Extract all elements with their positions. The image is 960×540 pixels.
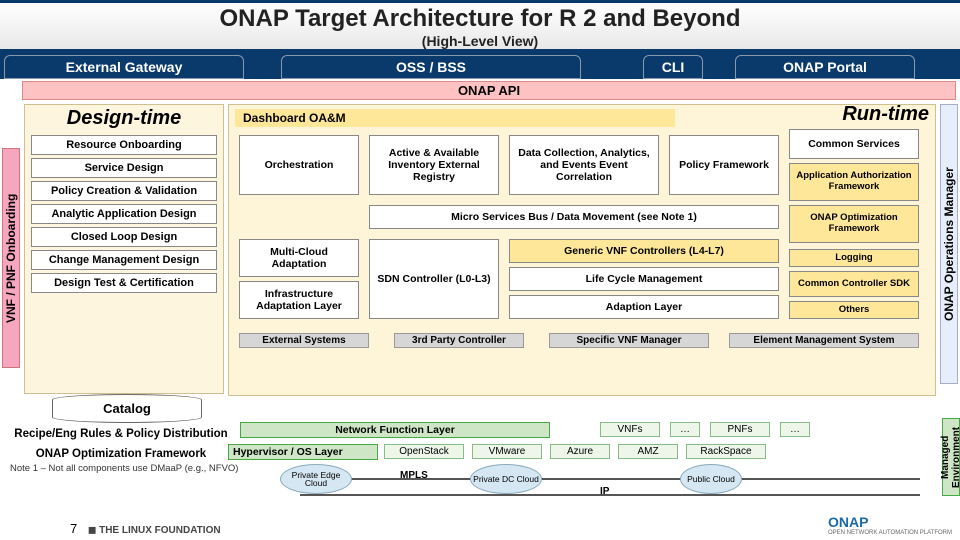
tab-oss-bss: OSS / BSS bbox=[281, 55, 581, 79]
box-openstack: OpenStack bbox=[384, 444, 464, 459]
box-ems: Element Management System bbox=[729, 333, 919, 348]
top-tabs-row: External Gateway OSS / BSS CLI ONAP Port… bbox=[0, 55, 960, 79]
box-adaption-layer: Adaption Layer bbox=[509, 295, 779, 319]
box-amz: AMZ bbox=[618, 444, 678, 459]
box-closed-loop-design: Closed Loop Design bbox=[31, 227, 217, 247]
title-bar: ONAP Target Architecture for R 2 and Bey… bbox=[0, 0, 960, 55]
box-analytic-app-design: Analytic Application Design bbox=[31, 204, 217, 224]
cloud-private-dc: Private DC Cloud bbox=[470, 464, 542, 494]
box-policy-framework: Policy Framework bbox=[669, 135, 779, 195]
box-resource-onboarding: Resource Onboarding bbox=[31, 135, 217, 155]
box-vmware: VMware bbox=[472, 444, 542, 459]
onap-logo-subtext: OPEN NETWORK AUTOMATION PLATFORM bbox=[828, 530, 952, 536]
box-common-services: Common Services bbox=[789, 129, 919, 159]
box-vnfs: VNFs bbox=[600, 422, 660, 437]
catalog-box: Catalog bbox=[52, 394, 202, 423]
box-onap-opt-framework: ONAP Optimization Framework bbox=[789, 205, 919, 243]
label-ip: IP bbox=[600, 486, 609, 497]
title-main: ONAP Target Architecture for R 2 and Bey… bbox=[0, 5, 960, 33]
linux-foundation-text: THE LINUX FOUNDATION bbox=[99, 525, 220, 536]
main-area: VNF / PNF Onboarding ONAP Operations Man… bbox=[2, 104, 958, 404]
box-microservices-bus: Micro Services Bus / Data Movement (see … bbox=[369, 205, 779, 229]
tab-external-gateway: External Gateway bbox=[4, 55, 244, 79]
box-rackspace: RackSpace bbox=[686, 444, 766, 459]
dots-vnfs: … bbox=[670, 422, 700, 437]
box-service-design: Service Design bbox=[31, 158, 217, 178]
onap-logo-text: ONAP bbox=[828, 514, 868, 530]
box-sdn-controller: SDN Controller (L0-L3) bbox=[369, 239, 499, 319]
label-mpls: MPLS bbox=[400, 470, 428, 481]
box-external-systems: External Systems bbox=[239, 333, 369, 348]
note-1: Note 1 – Not all components use DMaaP (e… bbox=[10, 463, 238, 474]
hypervisor-layer: Hypervisor / OS Layer bbox=[228, 444, 378, 460]
box-design-test-cert: Design Test & Certification bbox=[31, 273, 217, 293]
dots-pnfs: … bbox=[780, 422, 810, 437]
box-azure: Azure bbox=[550, 444, 610, 459]
onap-logo: ONAP OPEN NETWORK AUTOMATION PLATFORM bbox=[828, 514, 952, 536]
vnf-onboarding-label: VNF / PNF Onboarding bbox=[2, 148, 20, 368]
box-active-inventory: Active & Available Inventory External Re… bbox=[369, 135, 499, 195]
box-orchestration: Orchestration bbox=[239, 135, 359, 195]
runtime-title: Run-time bbox=[842, 103, 929, 126]
box-change-mgmt-design: Change Management Design bbox=[31, 250, 217, 270]
mpls-line bbox=[300, 478, 920, 480]
onap-api-bar: ONAP API bbox=[22, 81, 956, 100]
box-infra-adaptation: Infrastructure Adaptation Layer bbox=[239, 281, 359, 319]
dashboard-oam-bar: Dashboard OA&M bbox=[235, 109, 675, 127]
label-recipe-policy: Recipe/Eng Rules & Policy Distribution bbox=[6, 428, 236, 440]
box-pnfs: PNFs bbox=[710, 422, 770, 437]
box-policy-creation: Policy Creation & Validation bbox=[31, 181, 217, 201]
title-sub: (High-Level View) bbox=[0, 33, 960, 49]
box-app-auth-framework: Application Authorization Framework bbox=[789, 163, 919, 201]
tab-onap-portal: ONAP Portal bbox=[735, 55, 915, 79]
box-generic-vnf-controllers: Generic VNF Controllers (L4-L7) bbox=[509, 239, 779, 263]
cloud-private-edge: Private Edge Cloud bbox=[280, 464, 352, 494]
box-logging: Logging bbox=[789, 249, 919, 267]
ip-line bbox=[300, 494, 920, 496]
design-time-column: Design-time Resource Onboarding Service … bbox=[24, 104, 224, 394]
box-specific-vnf-manager: Specific VNF Manager bbox=[549, 333, 709, 348]
box-data-collection: Data Collection, Analytics, and Events E… bbox=[509, 135, 659, 195]
box-third-party-controller: 3rd Party Controller bbox=[394, 333, 524, 348]
runtime-area: Dashboard OA&M Run-time Orchestration Ac… bbox=[228, 104, 936, 396]
cloud-public: Public Cloud bbox=[680, 464, 742, 494]
onap-ops-manager-label: ONAP Operations Manager bbox=[940, 104, 958, 384]
linux-foundation-logo: ◼ THE LINUX FOUNDATION bbox=[88, 525, 221, 536]
box-lifecycle-mgmt: Life Cycle Management bbox=[509, 267, 779, 291]
box-others: Others bbox=[789, 301, 919, 319]
managed-environment-label: Managed Environment bbox=[942, 418, 960, 496]
tab-cli: CLI bbox=[643, 55, 703, 79]
box-common-controller-sdk: Common Controller SDK bbox=[789, 271, 919, 297]
page-number: 7 bbox=[70, 521, 77, 536]
label-onap-opt-framework: ONAP Optimization Framework bbox=[16, 448, 226, 460]
box-multi-cloud: Multi-Cloud Adaptation bbox=[239, 239, 359, 277]
design-time-title: Design-time bbox=[25, 105, 223, 132]
network-function-layer: Network Function Layer bbox=[240, 422, 550, 438]
